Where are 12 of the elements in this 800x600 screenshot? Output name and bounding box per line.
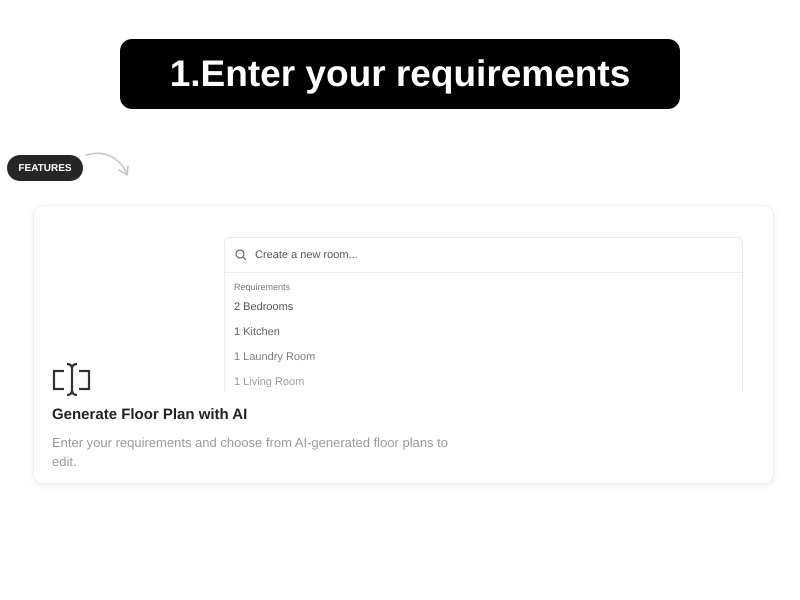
curved-arrow-icon [85, 152, 131, 178]
card-title: Generate Floor Plan with AI [52, 405, 248, 425]
requirement-item[interactable]: 1 Kitchen [234, 320, 733, 345]
list-heading: Requirements [234, 281, 292, 294]
search-field[interactable]: Create a new room... [255, 246, 732, 264]
banner-title: 1.Enter your requirements [120, 39, 680, 109]
features-tag: FEATURES [7, 155, 83, 181]
search-icon [235, 249, 247, 261]
text-cursor-icon [52, 363, 91, 396]
card-description: Enter your requirements and choose from AI-generated floor plans to edit. [52, 434, 449, 470]
requirement-item[interactable]: 1 Laundry Room [234, 345, 733, 370]
requirement-item[interactable]: 2 Bedrooms [234, 295, 733, 320]
